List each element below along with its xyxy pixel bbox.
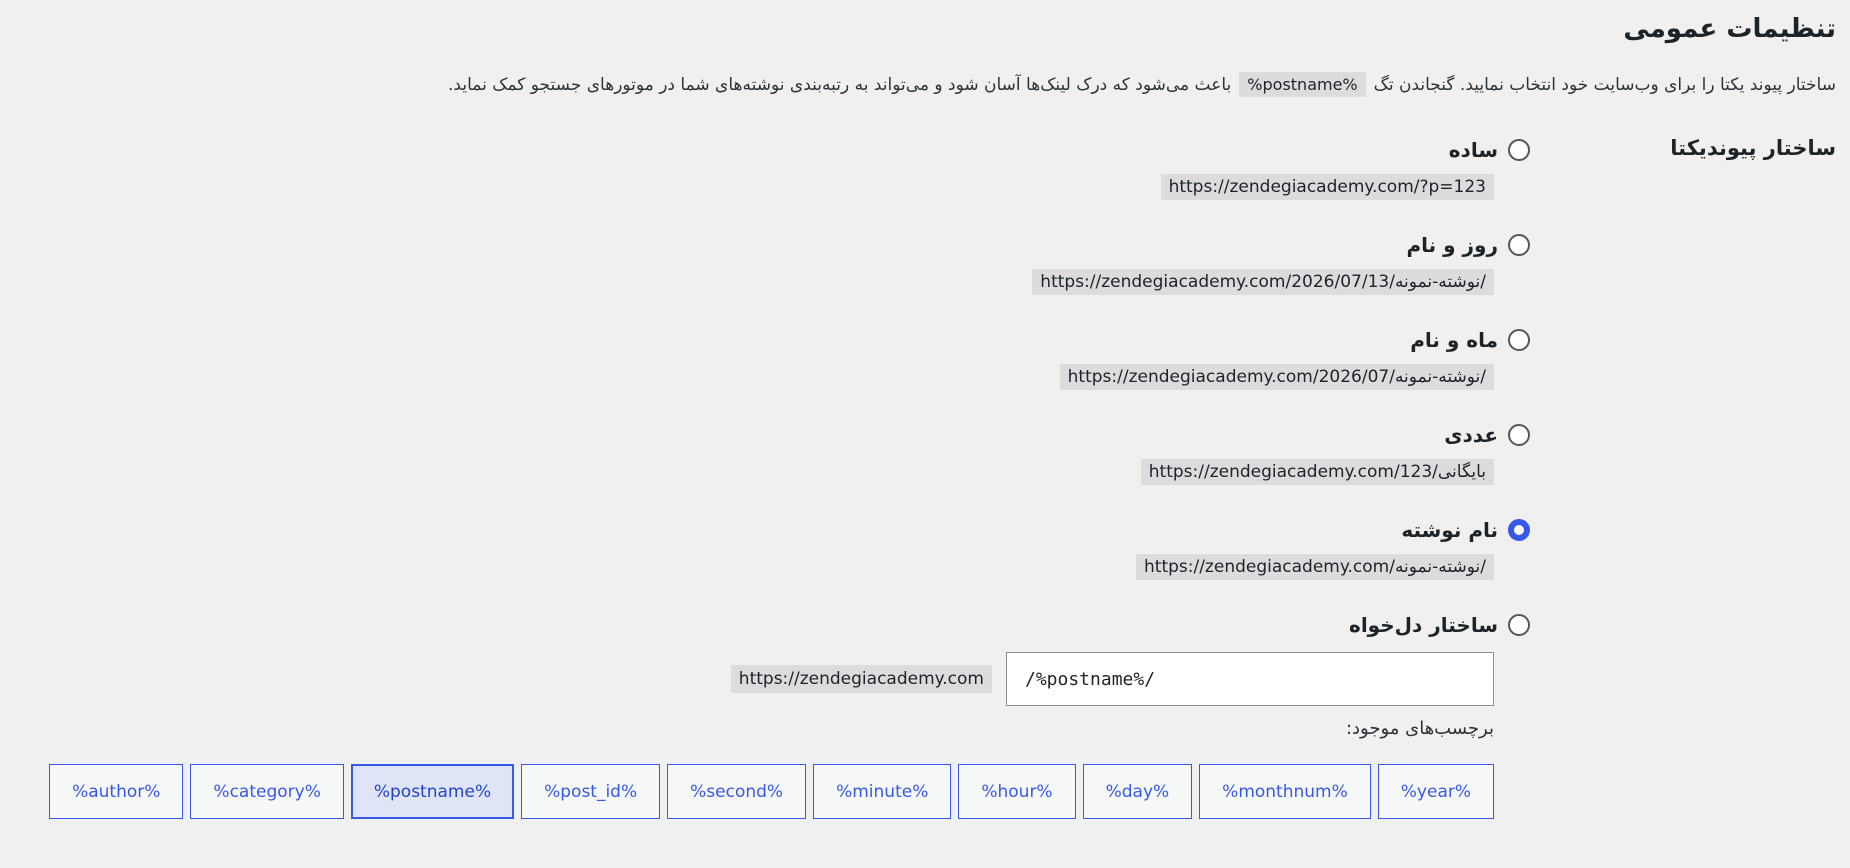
intro-text: ساختار پیوند یکتا را برای وب‌سایت خود ان… — [448, 72, 1836, 97]
sample-url: https://zendegiacademy.com/نوشته-نمونه/ — [1136, 554, 1494, 580]
page-title: تنظیمات عمومی — [1623, 14, 1836, 44]
option-label: ساختار دل‌خواه — [1349, 613, 1498, 637]
section-label: ساختار پیوندیکتا — [1670, 136, 1836, 160]
available-tags-label: برچسب‌های موجود: — [1345, 718, 1494, 739]
option-label: نام نوشته — [1401, 518, 1498, 542]
tag-button-minute[interactable]: %minute% — [813, 764, 952, 819]
tag-button-postname[interactable]: %postname% — [350, 764, 515, 819]
radio-post-name[interactable] — [1508, 519, 1530, 541]
option-custom[interactable]: ساختار دل‌خواه — [1060, 613, 1530, 637]
tag-button-second[interactable]: %second% — [667, 764, 807, 819]
option-label: روز و نام — [1406, 233, 1499, 257]
custom-structure-row: https://zendegiacademy.com — [730, 652, 1494, 706]
radio-custom[interactable] — [1508, 614, 1530, 636]
option-label: ماه و نام — [1410, 328, 1498, 352]
option-label: عددی — [1444, 423, 1498, 447]
custom-structure-input[interactable] — [1006, 652, 1494, 706]
tag-button-year[interactable]: %year% — [1377, 764, 1494, 819]
radio-month-name[interactable] — [1508, 329, 1530, 351]
sample-url: https://zendegiacademy.com/بایگانی/123 — [1140, 459, 1494, 485]
radio-day-name[interactable] — [1508, 234, 1530, 256]
available-tags: %year% %monthnum% %day% %hour% %minute% … — [49, 764, 1494, 819]
tag-button-category[interactable]: %category% — [190, 764, 344, 819]
option-month-name[interactable]: ماه و نام https://zendegiacademy.com/202… — [1059, 328, 1530, 390]
radio-plain[interactable] — [1508, 139, 1530, 161]
tag-button-post-id[interactable]: %post_id% — [521, 764, 661, 819]
option-plain[interactable]: ساده https://zendegiacademy.com/?p=123 — [1060, 138, 1530, 200]
tag-button-monthnum[interactable]: %monthnum% — [1199, 764, 1371, 819]
intro-tag-code: %postname% — [1239, 72, 1366, 97]
radio-numeric[interactable] — [1508, 424, 1530, 446]
option-post-name[interactable]: نام نوشته https://zendegiacademy.com/نوش… — [1060, 518, 1530, 580]
tag-button-author[interactable]: %author% — [49, 764, 184, 819]
option-day-name[interactable]: روز و نام https://zendegiacademy.com/202… — [1032, 233, 1530, 295]
sample-url: https://zendegiacademy.com/2026/07/نوشته… — [1059, 364, 1494, 390]
custom-base-url: https://zendegiacademy.com — [730, 665, 992, 693]
sample-url: https://zendegiacademy.com/?p=123 — [1160, 174, 1494, 200]
tag-button-hour[interactable]: %hour% — [958, 764, 1076, 819]
option-numeric[interactable]: عددی https://zendegiacademy.com/بایگانی/… — [1060, 423, 1530, 485]
tag-button-day[interactable]: %day% — [1082, 764, 1193, 819]
intro-after: باعث می‌شود که درک لینک‌ها آسان شود و می… — [448, 74, 1232, 95]
sample-url: https://zendegiacademy.com/2026/07/13/نو… — [1032, 269, 1494, 295]
permalink-settings-page: تنظیمات عمومی ساختار پیوند یکتا را برای … — [0, 0, 1850, 868]
intro-before: ساختار پیوند یکتا را برای وب‌سایت خود ان… — [1373, 74, 1836, 95]
option-label: ساده — [1448, 138, 1498, 162]
